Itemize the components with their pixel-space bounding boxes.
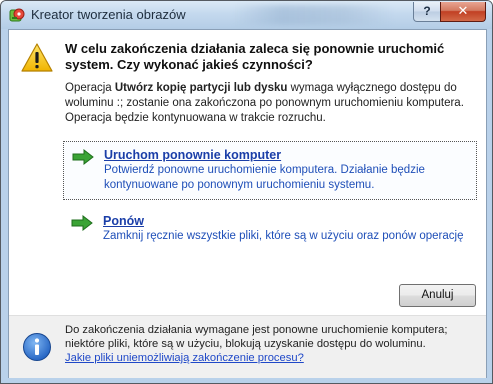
operation-description: Operacja Utwórz kopię partycji lub dysku… [65, 81, 475, 126]
title-bar[interactable]: Kreator tworzenia obrazów ? ✕ [1, 1, 492, 29]
info-icon [23, 333, 51, 361]
green-arrow-icon [72, 149, 94, 165]
dialog-content: W celu zakończenia działania zaleca się … [8, 29, 487, 378]
disk-image-icon [9, 8, 25, 22]
option-retry-description: Zamknij ręcznie wszystkie pliki, które s… [103, 230, 464, 242]
window-title: Kreator tworzenia obrazów [31, 7, 186, 22]
help-button[interactable]: ? [413, 2, 441, 22]
footer-message: Do zakończenia działania wymagane jest p… [65, 323, 477, 365]
green-arrow-icon [71, 215, 93, 231]
footer-text: Do zakończenia działania wymagane jest p… [65, 324, 448, 350]
warning-icon [21, 43, 53, 72]
option-retry-title[interactable]: Ponów [103, 213, 471, 229]
close-button[interactable]: ✕ [440, 2, 486, 22]
dialog-headline: W celu zakończenia działania zaleca się … [65, 41, 445, 72]
option-restart-computer[interactable]: Uruchom ponownie komputer Potwierdź pono… [63, 141, 477, 200]
option-restart-description: Potwierdź ponowne uruchomienie komputera… [104, 164, 425, 191]
option-restart-title[interactable]: Uruchom ponownie komputer [104, 147, 470, 163]
title-bar-background-blur [233, 5, 393, 25]
operation-name: Utwórz kopię partycji lub dysku [114, 82, 288, 94]
footer-info-panel: Do zakończenia działania wymagane jest p… [9, 315, 486, 378]
desc-text-start: Operacja [65, 82, 115, 94]
dialog-window: Kreator tworzenia obrazów ? ✕ W celu zak… [0, 0, 493, 384]
cancel-button[interactable]: Anuluj [399, 284, 476, 307]
blocking-files-link[interactable]: Jakie pliki uniemożliwiają zakończenie p… [65, 351, 477, 365]
option-retry[interactable]: Ponów Zamknij ręcznie wszystkie pliki, k… [63, 208, 477, 250]
